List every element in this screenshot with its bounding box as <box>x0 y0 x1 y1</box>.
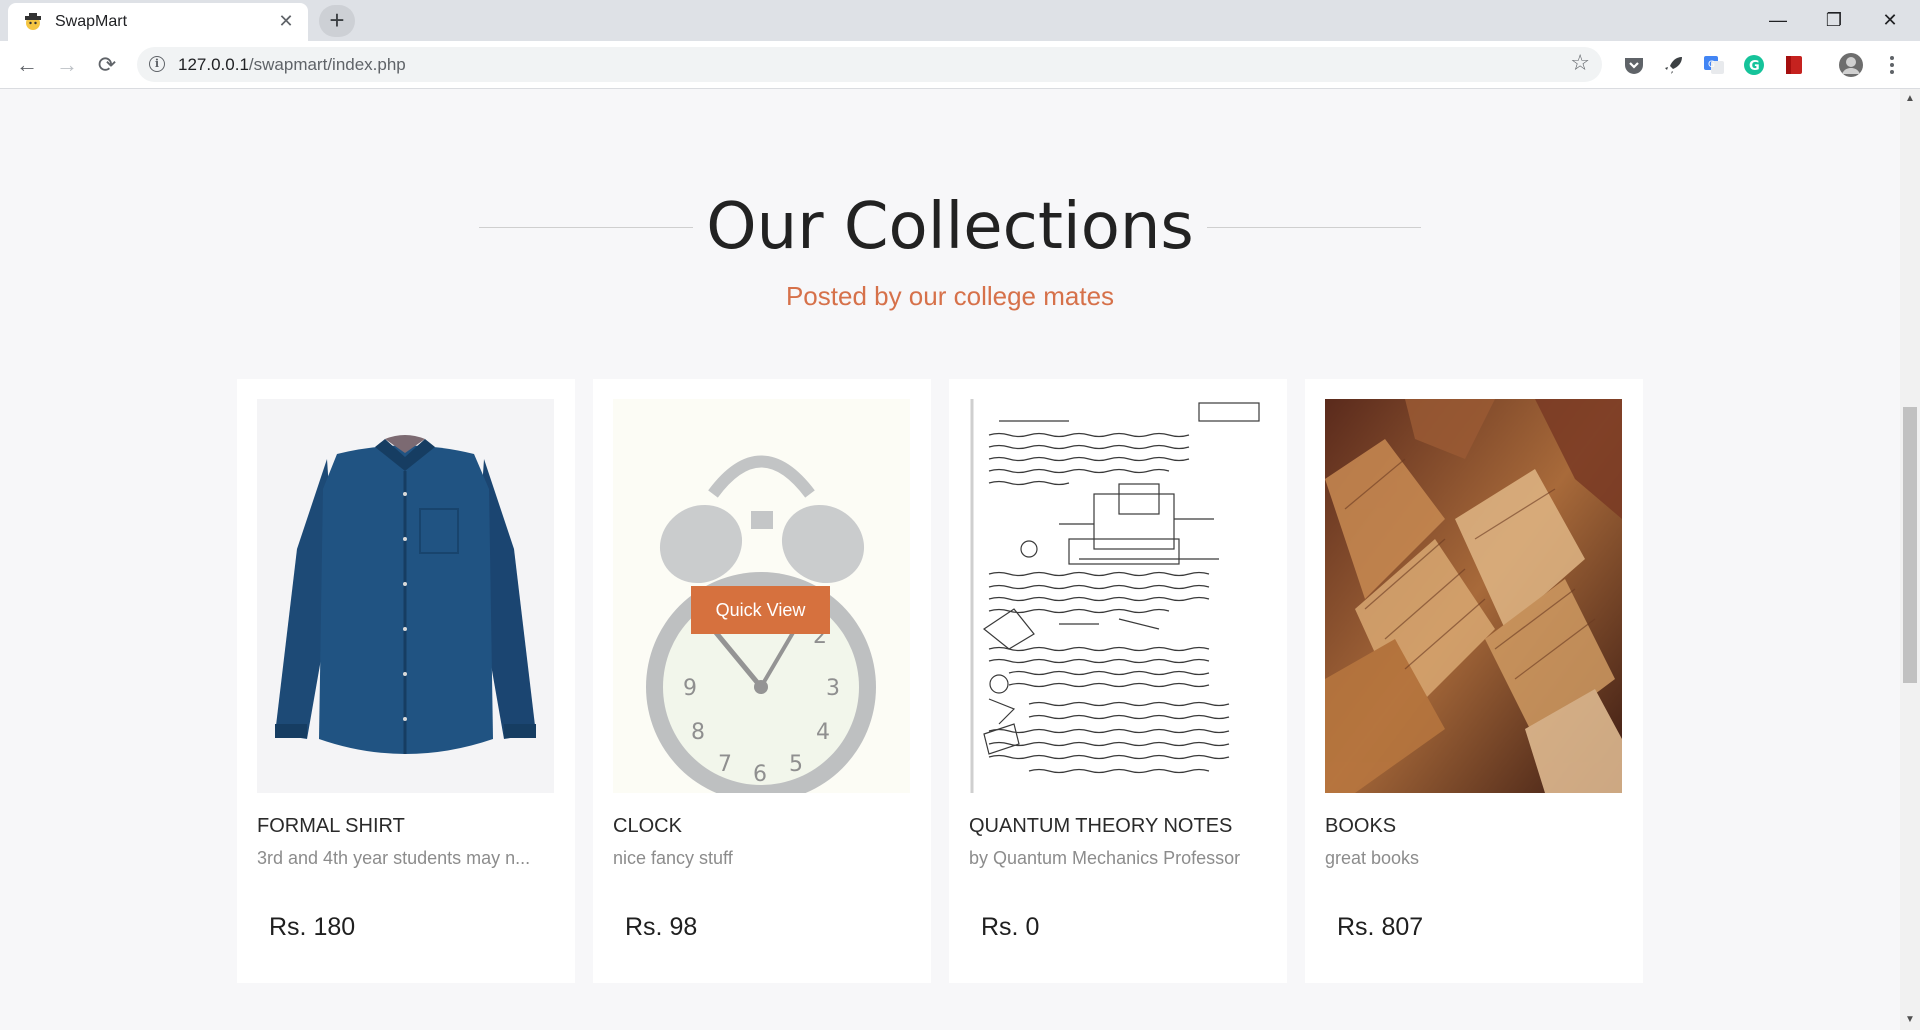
product-card[interactable]: QUANTUM THEORY NOTES by Quantum Mechanic… <box>949 379 1287 983</box>
tab-title: SwapMart <box>55 13 128 30</box>
pocket-extension-icon[interactable] <box>1622 53 1646 77</box>
product-name[interactable]: CLOCK <box>613 815 682 838</box>
product-description: great books <box>1325 848 1420 868</box>
product-image-notes[interactable] <box>969 399 1266 793</box>
address-bar[interactable]: i 127.0.0.1/swapmart/index.php ☆ <box>137 47 1602 82</box>
tab-close-icon[interactable]: ✕ <box>276 11 296 31</box>
google-translate-extension-icon[interactable]: G <box>1702 53 1726 77</box>
product-description: by Quantum Mechanics Professor <box>969 848 1241 868</box>
product-name[interactable]: BOOKS <box>1325 815 1396 838</box>
handwritten-notes-image <box>969 399 1266 793</box>
product-name[interactable]: QUANTUM THEORY NOTES <box>969 815 1232 838</box>
product-card[interactable]: FORMAL SHIRT 3rd and 4th year students m… <box>237 379 575 983</box>
svg-text:G: G <box>1749 59 1760 74</box>
new-tab-button[interactable]: + <box>319 5 355 37</box>
product-description: 3rd and 4th year students may n... <box>257 848 531 868</box>
browser-tab[interactable]: SwapMart ✕ <box>8 3 308 41</box>
section-title: Our Collections <box>706 190 1194 264</box>
section-subtitle: Posted by our college mates <box>785 281 1115 311</box>
url-path: /swapmart/index.php <box>248 55 406 74</box>
profile-avatar-icon[interactable] <box>1838 52 1864 78</box>
site-info-icon[interactable]: i <box>149 56 165 72</box>
page-content: Our Collections Posted by our college ma… <box>0 89 1900 1030</box>
scroll-up-arrow-icon[interactable]: ▲ <box>1900 91 1920 107</box>
page-scrollbar[interactable]: ▲ ▼ <box>1900 89 1920 1030</box>
books-stack-image <box>1325 399 1622 793</box>
minimize-button[interactable]: — <box>1750 0 1806 41</box>
bookmark-star-icon[interactable]: ☆ <box>1570 50 1590 76</box>
scrollbar-thumb[interactable] <box>1903 407 1917 683</box>
url-host: 127.0.0.1 <box>178 55 249 74</box>
red-extension-icon[interactable] <box>1782 53 1806 77</box>
product-description: nice fancy stuff <box>613 848 733 868</box>
product-image-shirt[interactable] <box>257 399 554 793</box>
grammarly-extension-icon[interactable]: G <box>1742 53 1766 77</box>
product-card[interactable]: 1 2 3 4 5 6 7 8 9 Quick View CLOCK nice … <box>593 379 931 983</box>
browser-toolbar: ← → ⟳ i 127.0.0.1/swapmart/index.php ☆ G… <box>0 41 1920 89</box>
product-card[interactable]: BOOKS great books Rs. 807 <box>1305 379 1643 983</box>
forward-button[interactable]: → <box>51 49 83 81</box>
url-text[interactable]: 127.0.0.1/swapmart/index.php <box>178 55 406 75</box>
reload-button[interactable]: ⟳ <box>91 49 123 81</box>
product-image-books[interactable] <box>1325 399 1622 793</box>
browser-tabstrip: SwapMart ✕ + — ❐ ✕ <box>0 0 1920 41</box>
quick-view-button[interactable]: Quick View <box>691 586 830 634</box>
product-price: Rs. 807 <box>1337 913 1424 941</box>
product-name[interactable]: FORMAL SHIRT <box>257 815 405 838</box>
back-button[interactable]: ← <box>11 49 43 81</box>
product-price: Rs. 98 <box>625 913 698 941</box>
shirt-image <box>257 399 554 793</box>
swapmart-favicon-icon <box>25 13 41 30</box>
rocket-extension-icon[interactable] <box>1662 53 1686 77</box>
window-close-button[interactable]: ✕ <box>1862 0 1918 41</box>
product-image-clock[interactable]: 1 2 3 4 5 6 7 8 9 Quick View <box>613 399 910 793</box>
product-price: Rs. 0 <box>981 913 1040 941</box>
restore-button[interactable]: ❐ <box>1806 0 1862 41</box>
product-price: Rs. 180 <box>269 913 356 941</box>
scroll-down-arrow-icon[interactable]: ▼ <box>1900 1012 1920 1028</box>
svg-text:G: G <box>1708 60 1715 70</box>
browser-menu-icon[interactable] <box>1882 53 1902 77</box>
